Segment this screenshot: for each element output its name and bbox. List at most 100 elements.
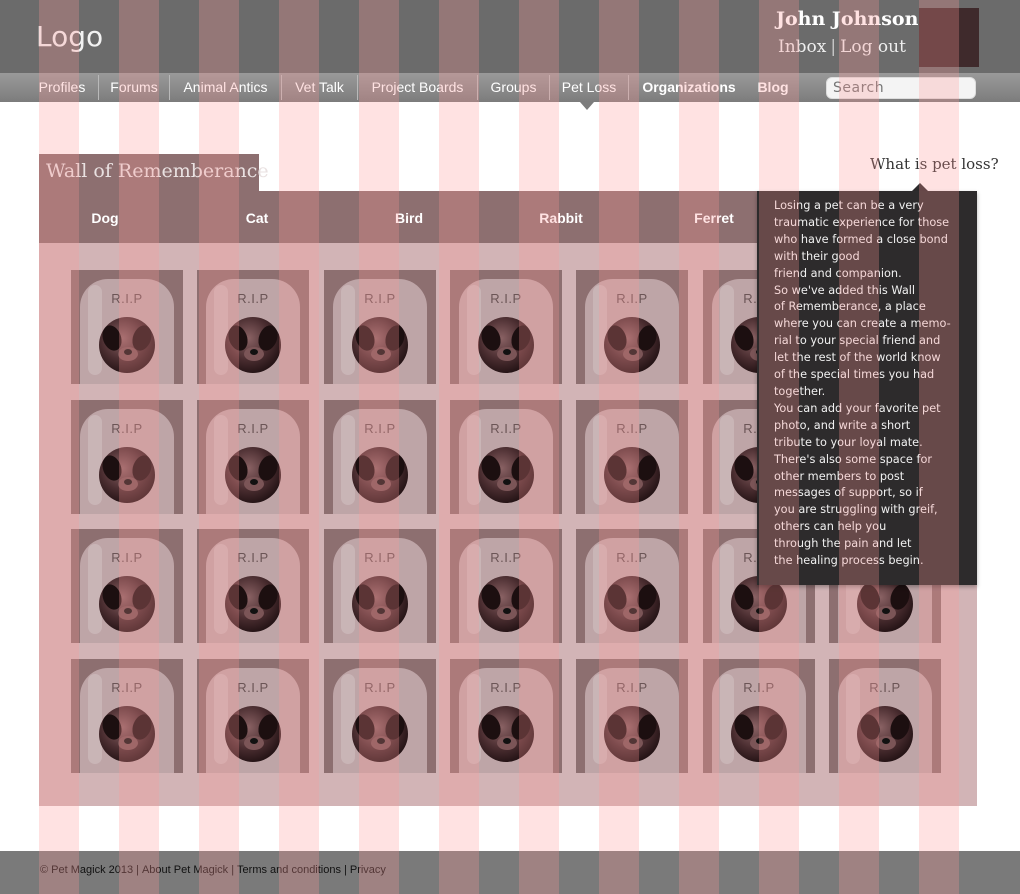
tab-ferret[interactable]: Ferret	[654, 210, 774, 226]
tab-cat[interactable]: Cat	[197, 210, 317, 226]
pet-nose	[629, 349, 637, 355]
rip-label: R.I.P	[364, 680, 396, 695]
pet-photo	[225, 317, 281, 373]
pet-photo	[604, 706, 660, 762]
rip-label: R.I.P	[743, 680, 775, 695]
rip-label: R.I.P	[237, 550, 269, 565]
pet-nose	[377, 479, 385, 485]
inbox-link[interactable]: Inbox	[778, 37, 826, 57]
pet-nose	[377, 349, 385, 355]
rip-label: R.I.P	[111, 421, 143, 436]
pet-photo	[225, 706, 281, 762]
nav-item-profiles[interactable]: Profiles	[26, 73, 98, 102]
memorial-tile[interactable]: R.I.P	[450, 659, 562, 773]
search-input[interactable]	[826, 77, 976, 99]
rip-label: R.I.P	[616, 421, 648, 436]
popup-line: the healing process begin.	[774, 554, 924, 568]
rip-label: R.I.P	[616, 550, 648, 565]
privacy-link[interactable]: Privacy	[350, 864, 386, 876]
memorial-tile[interactable]: R.I.P	[324, 400, 436, 514]
pet-photo	[857, 706, 913, 762]
popup-line: together.	[774, 384, 826, 398]
pet-nose	[377, 738, 385, 744]
rip-label: R.I.P	[111, 550, 143, 565]
pet-photo	[99, 317, 155, 373]
memorial-tile[interactable]: R.I.P	[71, 270, 183, 384]
pet-nose	[503, 738, 511, 744]
memorial-tile[interactable]: R.I.P	[324, 529, 436, 643]
memorial-tile[interactable]: R.I.P	[450, 400, 562, 514]
terms-link[interactable]: Terms and conditions	[237, 864, 341, 876]
pet-nose	[882, 738, 890, 744]
rip-label: R.I.P	[490, 291, 522, 306]
memorial-tile[interactable]: R.I.P	[197, 529, 309, 643]
about-link[interactable]: About Pet Magick	[142, 864, 228, 876]
memorial-tile[interactable]: R.I.P	[450, 270, 562, 384]
tab-bird[interactable]: Bird	[349, 210, 469, 226]
memorial-tile[interactable]: R.I.P	[197, 270, 309, 384]
memorial-tile[interactable]: R.I.P	[450, 529, 562, 643]
memorial-tile[interactable]: R.I.P	[197, 659, 309, 773]
avatar[interactable]	[919, 8, 979, 67]
pet-photo	[99, 706, 155, 762]
nav-item-forums[interactable]: Forums	[99, 73, 169, 102]
tab-dog[interactable]: Dog	[45, 210, 165, 226]
memorial-tile[interactable]: R.I.P	[324, 659, 436, 773]
pet-nose	[503, 608, 511, 614]
nav-item-project-boards[interactable]: Project Boards	[358, 73, 477, 102]
pet-photo	[604, 576, 660, 632]
popup-line: through the pain and let	[774, 537, 912, 551]
pet-photo	[352, 576, 408, 632]
rip-label: R.I.P	[490, 421, 522, 436]
memorial-tile[interactable]: R.I.P	[71, 529, 183, 643]
popup-line: photo, and write a short	[774, 418, 911, 432]
popup-line: of Rememberance, a place	[774, 300, 926, 314]
pet-nose	[124, 349, 132, 355]
nav-item-organizations[interactable]: Organizations	[629, 73, 749, 102]
nav-item-pet-loss[interactable]: Pet Loss	[550, 73, 628, 102]
nav-item-animal-antics[interactable]: Animal Antics	[170, 73, 281, 102]
pet-photo	[99, 576, 155, 632]
popup-line: Losing a pet can be a very	[774, 199, 924, 212]
pet-nose	[250, 738, 258, 744]
rip-label: R.I.P	[237, 680, 269, 695]
what-is-pet-loss-link[interactable]: What is pet loss?	[870, 155, 999, 173]
pet-photo	[99, 447, 155, 503]
logout-link[interactable]: Log out	[840, 37, 906, 57]
pet-nose	[250, 608, 258, 614]
site-logo[interactable]: Logo	[36, 20, 103, 53]
memorial-tile[interactable]: R.I.P	[576, 529, 688, 643]
nav-item-blog[interactable]: Blog	[749, 73, 797, 102]
popup-line: other members to post	[774, 469, 905, 483]
pet-photo	[352, 447, 408, 503]
pet-nose	[756, 608, 764, 614]
nav-item-groups[interactable]: Groups	[478, 73, 549, 102]
memorial-tile[interactable]: R.I.P	[197, 400, 309, 514]
memorial-tile[interactable]: R.I.P	[71, 659, 183, 773]
pet-photo	[225, 576, 281, 632]
rip-label: R.I.P	[111, 680, 143, 695]
rip-label: R.I.P	[364, 421, 396, 436]
rip-label: R.I.P	[616, 291, 648, 306]
user-name[interactable]: John Johnson	[776, 8, 918, 30]
pet-nose	[503, 479, 511, 485]
memorial-tile[interactable]: R.I.P	[71, 400, 183, 514]
popup-line: of the special times you had	[774, 368, 935, 382]
memorial-tile[interactable]: R.I.P	[703, 659, 815, 773]
memorial-tile[interactable]: R.I.P	[324, 270, 436, 384]
pet-nose	[124, 738, 132, 744]
memorial-tile[interactable]: R.I.P	[829, 659, 941, 773]
rip-label: R.I.P	[364, 550, 396, 565]
memorial-tile[interactable]: R.I.P	[576, 659, 688, 773]
nav-active-pointer	[580, 102, 594, 110]
tab-rabbit[interactable]: Rabbit	[501, 210, 621, 226]
memorial-tile[interactable]: R.I.P	[576, 270, 688, 384]
popup-line: So we've added this Wall	[774, 283, 916, 297]
memorial-tile[interactable]: R.I.P	[576, 400, 688, 514]
pet-photo	[478, 576, 534, 632]
user-links: Inbox | Log out	[778, 37, 906, 57]
popup-line: There's also some space for	[774, 452, 932, 466]
pet-nose	[629, 479, 637, 485]
nav-item-vet-talk[interactable]: Vet Talk	[282, 73, 357, 102]
pet-photo	[352, 706, 408, 762]
